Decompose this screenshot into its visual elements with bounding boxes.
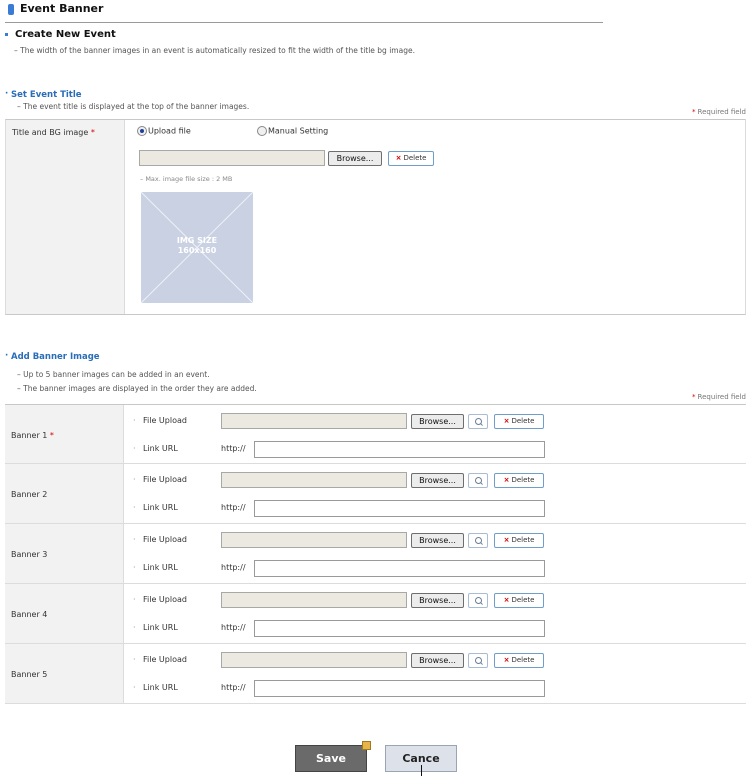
page-title: Event Banner	[5, 2, 603, 23]
banner-row: Banner 4 File Upload Browse... ×Delete L…	[5, 584, 746, 644]
link-url-input[interactable]	[254, 560, 545, 577]
preview-search-icon[interactable]	[468, 653, 488, 668]
file-upload-label: File Upload	[133, 416, 187, 425]
link-url-input[interactable]	[254, 680, 545, 697]
http-prefix: http://	[221, 444, 246, 453]
banner-row: Banner 1 * File Upload Browse... ×Delete…	[5, 404, 746, 464]
banner-note-1: – Up to 5 banner images can be added in …	[17, 370, 210, 379]
required-field-legend-banner: * Required field	[692, 393, 746, 401]
save-button[interactable]: Save	[295, 741, 371, 772]
link-url-input[interactable]	[254, 620, 545, 637]
file-upload-label: File Upload	[133, 655, 187, 664]
create-event-title: Create New Event	[15, 29, 116, 40]
banner-browse-button[interactable]: Browse...	[411, 653, 464, 668]
banner-label: Banner 4	[11, 610, 48, 619]
file-upload-label: File Upload	[133, 595, 187, 604]
link-url-label: Link URL	[133, 683, 178, 692]
title-marker	[8, 4, 14, 15]
radio-manual-setting[interactable]: Manual Setting	[257, 126, 328, 136]
banner-delete-button[interactable]: × Delete	[494, 593, 544, 608]
page-title-text: Event Banner	[20, 2, 104, 15]
banner-file-path-field[interactable]	[221, 592, 407, 608]
http-prefix: http://	[221, 623, 246, 632]
banner-file-path-field[interactable]	[221, 472, 407, 488]
title-bg-label: Title and BG image *	[12, 128, 95, 137]
radio-upload-file[interactable]: Upload file	[137, 126, 191, 136]
required-field-legend: * Required field	[692, 108, 746, 116]
image-placeholder: IMG SIZE 160x160	[141, 192, 253, 303]
radio-unchecked-icon	[257, 126, 267, 136]
link-url-label: Link URL	[133, 503, 178, 512]
event-title-note: – The event title is displayed at the to…	[17, 102, 250, 111]
link-url-label: Link URL	[133, 563, 178, 572]
preview-search-icon[interactable]	[468, 593, 488, 608]
banner-note-2: – The banner images are displayed in the…	[17, 384, 257, 393]
banner-label: Banner 2	[11, 490, 48, 499]
banner-row: Banner 5 File Upload Browse... ×Delete L…	[5, 644, 746, 704]
banner-label: Banner 1 *	[11, 431, 54, 440]
banner-label-cell: Banner 5	[5, 644, 124, 703]
add-banner-heading: Add Banner Image	[5, 351, 100, 362]
http-prefix: http://	[221, 503, 246, 512]
http-prefix: http://	[221, 683, 246, 692]
banner-delete-button[interactable]: × Delete	[494, 414, 544, 429]
banner-file-path-field[interactable]	[221, 532, 407, 548]
link-url-label: Link URL	[133, 444, 178, 453]
banner-browse-button[interactable]: Browse...	[411, 414, 464, 429]
banner-label-cell: Banner 2	[5, 464, 124, 523]
banner-label: Banner 5	[11, 670, 48, 679]
preview-search-icon[interactable]	[468, 414, 488, 429]
banner-browse-button[interactable]: Browse...	[411, 533, 464, 548]
banner-file-path-field[interactable]	[221, 413, 407, 429]
title-browse-button[interactable]: Browse...	[328, 151, 382, 166]
banner-label-cell: Banner 4	[5, 584, 124, 643]
link-url-input[interactable]	[254, 441, 545, 458]
file-upload-label: File Upload	[133, 475, 187, 484]
banner-row: Banner 3 File Upload Browse... ×Delete L…	[5, 524, 746, 584]
banner-file-path-field[interactable]	[221, 652, 407, 668]
preview-search-icon[interactable]	[468, 533, 488, 548]
title-delete-button[interactable]: × Delete	[388, 151, 434, 166]
banner-label: Banner 3	[11, 550, 48, 559]
banner-delete-button[interactable]: × Delete	[494, 473, 544, 488]
title-bg-label-cell: Title and BG image *	[6, 120, 125, 314]
http-prefix: http://	[221, 563, 246, 572]
file-upload-label: File Upload	[133, 535, 187, 544]
text-cursor-icon	[421, 765, 422, 776]
title-file-path-field[interactable]	[139, 150, 325, 166]
link-url-input[interactable]	[254, 500, 545, 517]
placeholder-caption: IMG SIZE 160x160	[176, 236, 218, 255]
file-size-hint: – Max. image file size : 2 MB	[140, 175, 233, 183]
link-url-label: Link URL	[133, 623, 178, 632]
set-event-title-heading: Set Event Title	[5, 89, 82, 100]
bullet-square	[5, 33, 8, 36]
banner-delete-button[interactable]: × Delete	[494, 653, 544, 668]
radio-checked-icon	[137, 126, 147, 136]
banner-browse-button[interactable]: Browse...	[411, 473, 464, 488]
save-corner-icon	[362, 741, 371, 750]
event-title-table: Title and BG image * Upload file Manual …	[5, 119, 746, 315]
preview-search-icon[interactable]	[468, 473, 488, 488]
create-event-note: – The width of the banner images in an e…	[14, 46, 415, 55]
banner-delete-button[interactable]: × Delete	[494, 533, 544, 548]
banner-label-cell: Banner 1 *	[5, 405, 124, 463]
banner-row: Banner 2 File Upload Browse... ×Delete L…	[5, 464, 746, 524]
banner-label-cell: Banner 3	[5, 524, 124, 583]
banner-browse-button[interactable]: Browse...	[411, 593, 464, 608]
